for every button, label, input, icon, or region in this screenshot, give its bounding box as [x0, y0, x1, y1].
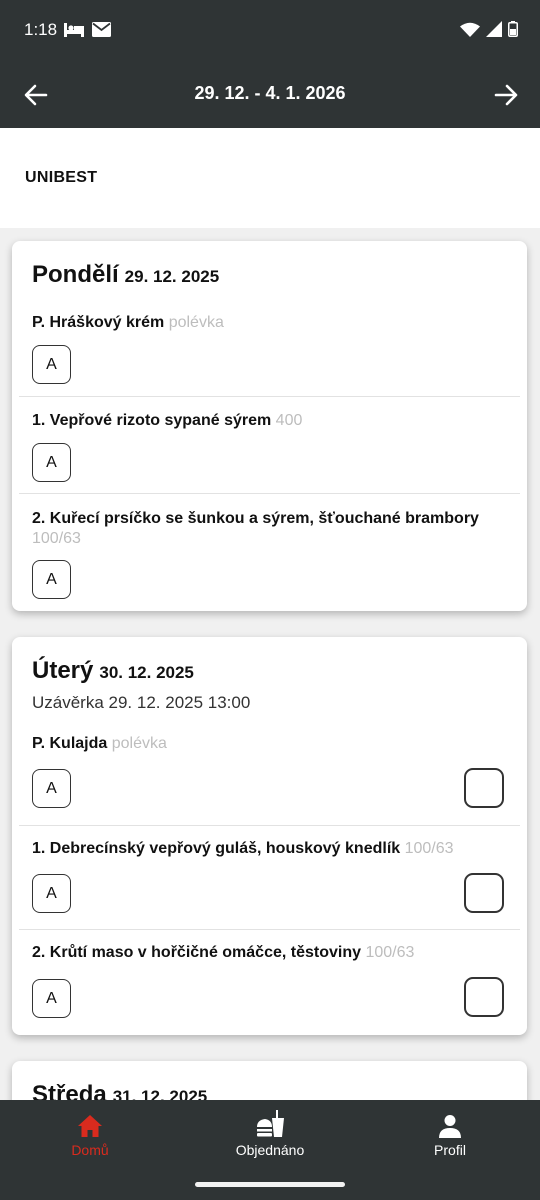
allergen-badge[interactable]: A	[32, 769, 71, 808]
nav-ordered[interactable]: Objednáno	[200, 1110, 340, 1158]
meal-item: P. Hráškový krém polévka A	[12, 313, 527, 396]
meal-title: 2. Kuřecí prsíčko se šunkou a sýrem, šťo…	[32, 510, 479, 527]
order-checkbox[interactable]	[464, 873, 504, 913]
wifi-icon	[460, 22, 480, 37]
canteen-name: UNIBEST	[25, 169, 98, 186]
meal-weight: 100/63	[365, 944, 415, 961]
app-bar: 29. 12. - 4. 1. 2026	[0, 62, 540, 128]
bed-icon	[64, 22, 84, 37]
meal-weight: 400	[275, 412, 303, 429]
meal-title: P. Hráškový krém	[32, 314, 165, 331]
meal-weight: polévka	[111, 735, 167, 752]
mail-icon	[92, 22, 111, 37]
meal-title: P. Kulajda	[32, 735, 108, 752]
nav-label: Domů	[71, 1142, 109, 1158]
day-date: 29. 12. 2025	[124, 267, 220, 286]
allergen-badge[interactable]: A	[32, 979, 71, 1018]
divider	[19, 825, 520, 826]
order-checkbox[interactable]	[464, 977, 504, 1017]
divider	[19, 929, 520, 930]
nav-home[interactable]: Domů	[20, 1112, 160, 1158]
meal-item: 1. Debrecínský vepřový guláš, houskový k…	[12, 839, 527, 929]
meal-item: 2. Krůtí maso v hořčičné omáčce, těstovi…	[12, 943, 527, 1033]
arrow-right-icon	[494, 84, 518, 106]
allergen-badge[interactable]: A	[32, 443, 71, 482]
day-name: Úterý	[32, 657, 94, 684]
person-icon	[439, 1115, 461, 1138]
status-time: 1:18	[24, 20, 58, 39]
status-bar: 1:18	[0, 0, 540, 62]
meal-weight: polévka	[168, 314, 224, 331]
home-icon	[78, 1115, 102, 1137]
nav-profile[interactable]: Profil	[380, 1112, 520, 1158]
day-name: Pondělí	[32, 261, 119, 288]
day-date: 30. 12. 2025	[99, 663, 194, 682]
signal-icon	[486, 21, 502, 37]
canteen-header: UNIBEST	[0, 128, 540, 228]
meal-weight: 100/63	[404, 840, 454, 857]
allergen-badge[interactable]: A	[32, 560, 71, 599]
divider	[19, 396, 520, 397]
battery-icon	[508, 21, 518, 37]
day-card-monday: Pondělí 29. 12. 2025 P. Hráškový krém po…	[12, 241, 527, 611]
home-indicator[interactable]	[195, 1182, 345, 1187]
meal-weight: 100/63	[32, 530, 81, 547]
meal-title: 1. Debrecínský vepřový guláš, houskový k…	[32, 840, 401, 857]
meal-item: 1. Vepřové rizoto sypané sýrem 400 A	[12, 411, 527, 493]
allergen-badge[interactable]: A	[32, 874, 71, 913]
order-deadline: Uzávěrka 29. 12. 2025 13:00	[32, 693, 251, 712]
meal-item: 2. Kuřecí prsíčko se šunkou a sýrem, šťo…	[12, 509, 527, 604]
meal-item: P. Kulajda polévka A	[12, 734, 527, 824]
order-checkbox[interactable]	[464, 768, 504, 808]
food-icon	[257, 1110, 284, 1137]
nav-label: Profil	[434, 1142, 466, 1158]
day-card-tuesday: Úterý 30. 12. 2025 Uzávěrka 29. 12. 2025…	[12, 637, 527, 1035]
divider	[19, 493, 520, 494]
allergen-badge[interactable]: A	[32, 345, 71, 384]
date-range-title: 29. 12. - 4. 1. 2026	[194, 83, 346, 103]
meal-title: 2. Krůtí maso v hořčičné omáčce, těstovi…	[32, 944, 362, 961]
next-week-button[interactable]	[490, 79, 522, 111]
nav-label: Objednáno	[235, 1142, 305, 1158]
meal-title: 1. Vepřové rizoto sypané sýrem	[32, 412, 272, 429]
